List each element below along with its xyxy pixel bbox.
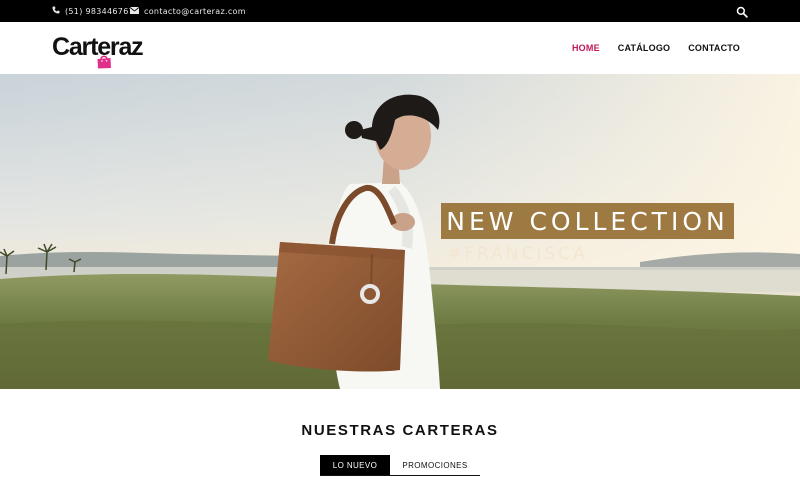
nav-contacto[interactable]: CONTACTO xyxy=(688,43,740,53)
search-icon[interactable] xyxy=(736,5,748,18)
product-tabs: LO NUEVO PROMOCIONES xyxy=(320,455,480,476)
main-nav: HOME CATÁLOGO CONTACTO xyxy=(554,22,740,74)
phone-number: (51) 983446767 xyxy=(65,6,134,16)
phone-contact[interactable]: (51) 983446767 xyxy=(52,0,134,22)
email-address: contacto@carteraz.com xyxy=(144,6,246,16)
nav-home[interactable]: HOME xyxy=(572,43,600,53)
envelope-icon xyxy=(129,6,140,16)
nav-catalogo[interactable]: CATÁLOGO xyxy=(618,43,670,53)
hero-banner[interactable]: NEW COLLECTION #FRANCISCA xyxy=(0,74,800,389)
logo[interactable]: Carteraz xyxy=(52,32,144,69)
hero-title: NEW COLLECTION xyxy=(446,206,729,236)
tab-lo-nuevo[interactable]: LO NUEVO xyxy=(320,455,390,475)
hero-title-banner: NEW COLLECTION xyxy=(441,203,734,239)
top-bar: (51) 983446767 contacto@carteraz.com xyxy=(0,0,800,22)
email-contact[interactable]: contacto@carteraz.com xyxy=(129,0,246,22)
section-title: NUESTRAS CARTERAS xyxy=(301,422,499,439)
hero-subtitle: #FRANCISCA xyxy=(447,244,588,264)
site-header: Carteraz HOME CATÁLOGO CONTACTO xyxy=(0,22,800,74)
phone-icon xyxy=(52,6,60,16)
tab-promociones[interactable]: PROMOCIONES xyxy=(390,455,480,475)
shopping-bag-icon xyxy=(96,54,112,69)
